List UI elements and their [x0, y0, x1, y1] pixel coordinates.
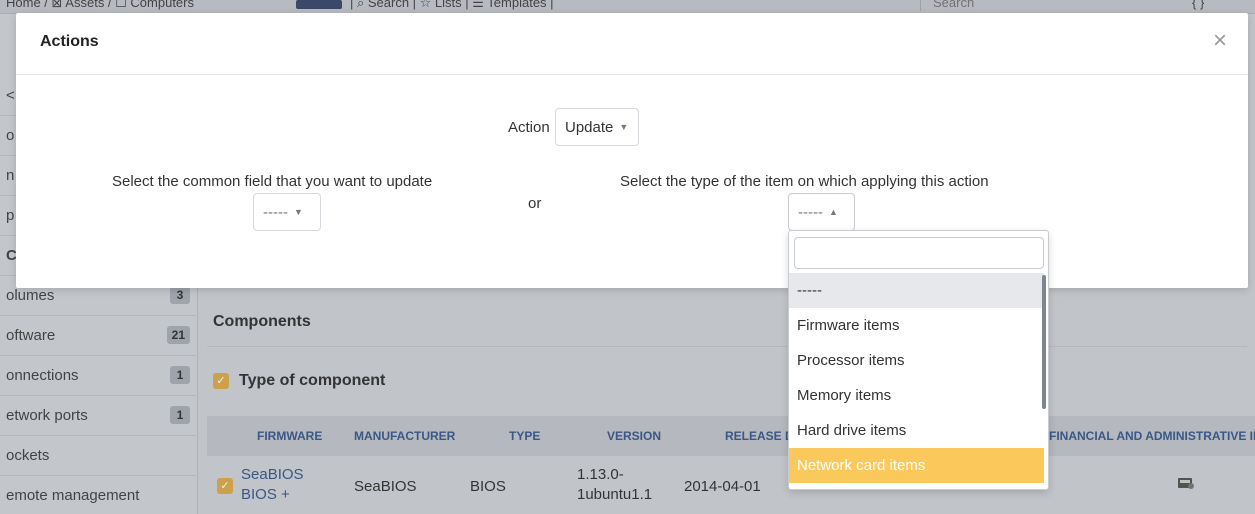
dropdown-option[interactable]: Hard drive items: [789, 413, 1044, 448]
item-type-label: Select the type of the item on which app…: [620, 173, 989, 190]
dropdown-scrollbar[interactable]: [1042, 275, 1046, 409]
actions-modal: Actions × Action Update ▼ Select the com…: [16, 13, 1248, 288]
common-field-select-value: -----: [263, 203, 288, 221]
modal-title: Actions: [40, 33, 99, 50]
dropdown-option[interactable]: Firmware items: [789, 308, 1044, 343]
dropdown-options: ----- Firmware items Processor items Mem…: [789, 273, 1044, 483]
chevron-down-icon: ▼: [619, 122, 629, 132]
dropdown-option[interactable]: -----: [789, 273, 1044, 308]
dropdown-search-input[interactable]: [794, 237, 1044, 269]
item-type-dropdown: ----- Firmware items Processor items Mem…: [788, 230, 1049, 490]
close-icon[interactable]: ×: [1210, 29, 1230, 53]
common-field-label: Select the common field that you want to…: [112, 173, 433, 190]
modal-header: Actions ×: [16, 13, 1248, 75]
or-label: or: [528, 195, 542, 212]
dropdown-option[interactable]: Processor items: [789, 343, 1044, 378]
action-label: Action: [508, 119, 550, 136]
item-type-select-value: -----: [798, 203, 823, 221]
action-select[interactable]: Update ▼: [555, 108, 639, 146]
dropdown-option[interactable]: Memory items: [789, 378, 1044, 413]
item-type-select[interactable]: ----- ▲: [788, 193, 855, 231]
common-field-select[interactable]: ----- ▼: [253, 193, 321, 231]
chevron-down-icon: ▼: [293, 207, 303, 217]
chevron-up-icon: ▲: [828, 207, 838, 217]
dropdown-option-highlighted[interactable]: Network card items: [789, 448, 1044, 483]
action-select-value: Update: [565, 118, 614, 136]
